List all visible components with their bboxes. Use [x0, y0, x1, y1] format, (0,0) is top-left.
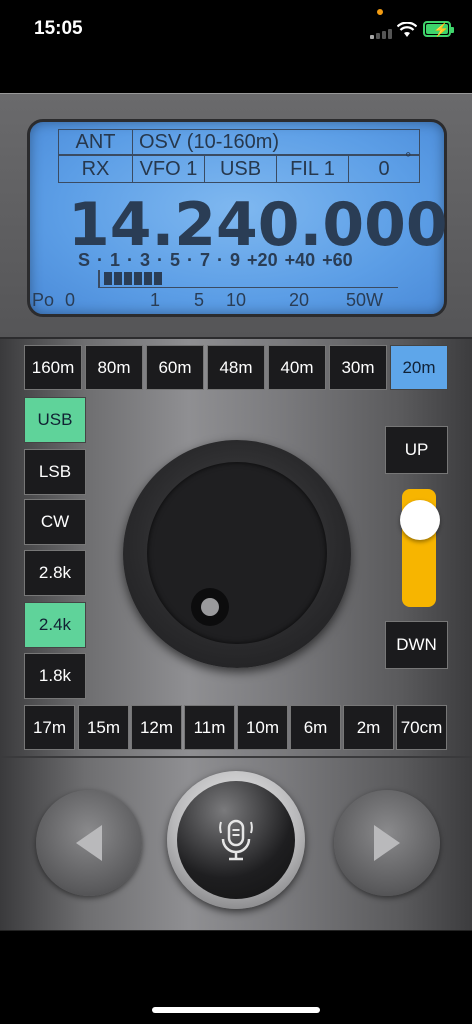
microphone-icon [219, 819, 253, 861]
knob-face [147, 462, 327, 644]
privacy-indicator-icon [377, 9, 383, 15]
filter-indicator: FIL 1 [277, 156, 349, 182]
status-bar: 15:05 ⚡ [0, 0, 472, 60]
home-indicator[interactable] [152, 1007, 320, 1013]
antenna-value: OSV (10-160m) [139, 130, 280, 153]
mode-button-cw[interactable]: CW [24, 499, 86, 545]
s-meter-bar [98, 270, 398, 288]
tune-up-button[interactable]: UP [385, 426, 448, 474]
band-button-40m[interactable]: 40m [268, 345, 326, 390]
power-tick: 10 [226, 290, 247, 310]
band-button-48m[interactable]: 48m [207, 345, 265, 390]
wifi-icon [397, 22, 417, 37]
s-meter-scale: S · 1 · 3 · 5 · 7 · 9 +20 +40 +60 [78, 250, 353, 270]
power-tick: 20 [289, 290, 310, 310]
tuning-knob[interactable] [123, 440, 351, 668]
power-tick: 5 [194, 290, 205, 310]
tune-down-button[interactable]: DWN [385, 621, 448, 669]
band-button-11m[interactable]: 11m [184, 705, 235, 750]
band-button-160m[interactable]: 160m [24, 345, 82, 390]
power-tick: 0 [65, 290, 76, 310]
band-button-60m[interactable]: 60m [146, 345, 204, 390]
band-button-30m[interactable]: 30m [329, 345, 387, 390]
mode-indicator: USB [205, 156, 277, 182]
filter-button-2-8k[interactable]: 2.8k [24, 550, 86, 596]
vfo-indicator: VFO 1 [133, 156, 205, 182]
power-tick: 50W [346, 290, 384, 310]
antenna-label: ANT [59, 130, 133, 154]
mode-button-usb[interactable]: USB [24, 397, 86, 443]
ptt-face [177, 781, 295, 899]
band-button-12m[interactable]: 12m [131, 705, 182, 750]
previous-icon [76, 825, 102, 861]
power-tick: 1 [150, 290, 161, 310]
knob-finger-dimple [191, 588, 229, 626]
next-icon [374, 825, 400, 861]
band-button-6m[interactable]: 6m [290, 705, 341, 750]
next-button[interactable] [334, 790, 440, 896]
band-button-80m[interactable]: 80m [85, 345, 143, 390]
battery-charging-icon: ⚡ [423, 21, 454, 37]
filter-button-2-4k[interactable]: 2.4k [24, 602, 86, 648]
slider-thumb[interactable] [400, 500, 440, 540]
band-button-15m[interactable]: 15m [78, 705, 129, 750]
band-button-17m[interactable]: 17m [24, 705, 75, 750]
power-label: Po [32, 290, 55, 310]
band-button-2m[interactable]: 2m [343, 705, 394, 750]
rx-indicator: RX [59, 156, 133, 182]
cellular-signal-icon [370, 29, 392, 39]
band-button-10m[interactable]: 10m [237, 705, 288, 750]
mode-button-lsb[interactable]: LSB [24, 449, 86, 495]
antenna-row: ANT OSV (10-160m) [58, 129, 420, 155]
previous-button[interactable] [36, 790, 142, 896]
filter-button-1-8k[interactable]: 1.8k [24, 653, 86, 699]
band-button-20m[interactable]: 20m [390, 345, 448, 390]
lcd-display: ANT OSV (10-160m) RX VFO 1 USB FIL 1 0 °… [27, 119, 448, 317]
mode-row: RX VFO 1 USB FIL 1 0 [58, 155, 420, 183]
clock: 15:05 [34, 18, 83, 39]
degree-mark: ° [405, 150, 412, 167]
ptt-button[interactable] [167, 771, 305, 909]
band-button-70cm[interactable]: 70cm [396, 705, 447, 750]
